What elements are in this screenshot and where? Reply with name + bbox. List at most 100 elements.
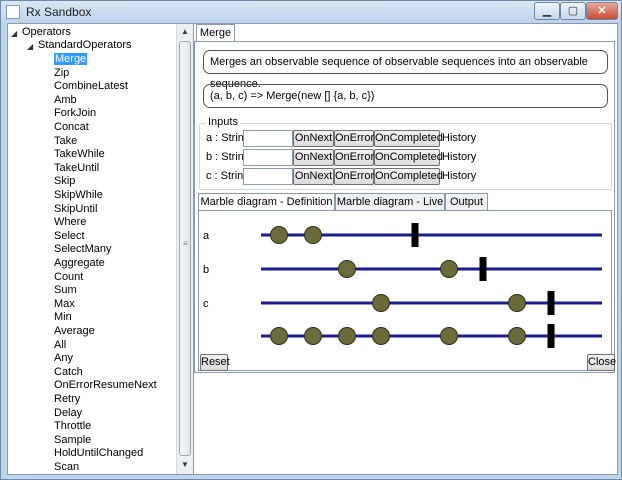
tree-item[interactable]: Max: [54, 298, 75, 311]
marble[interactable]: [338, 260, 356, 278]
tree-item[interactable]: CombineLatest: [54, 80, 128, 93]
tree-item-label: Aggregate: [54, 257, 105, 269]
minimize-button[interactable]: ▁: [534, 2, 560, 20]
marble[interactable]: [440, 260, 458, 278]
inputs-legend: Inputs: [206, 116, 240, 128]
on-error-c-button[interactable]: OnError: [334, 168, 374, 185]
tree-item-label: ForkJoin: [54, 107, 97, 120]
tree-item[interactable]: TakeWhile: [54, 148, 105, 161]
tree-item[interactable]: Catch: [54, 366, 83, 379]
expand-icon[interactable]: ◢: [27, 42, 33, 51]
expand-icon[interactable]: ◢: [11, 29, 17, 38]
tab-merge[interactable]: Merge: [196, 24, 235, 41]
tree-item[interactable]: Throttle: [54, 420, 91, 433]
scroll-down-icon[interactable]: ▼: [177, 457, 193, 473]
tree-item[interactable]: Retry: [54, 393, 80, 406]
tree-item-label: Amb: [54, 93, 77, 106]
tree-item[interactable]: Concat: [54, 121, 89, 134]
on-completed-b-button[interactable]: OnCompleted: [374, 149, 443, 166]
tree-item[interactable]: SkipUntil: [54, 203, 97, 216]
tree-item[interactable]: Sample: [54, 434, 91, 447]
marble[interactable]: [372, 294, 390, 312]
close-window-button[interactable]: ✕: [586, 2, 618, 20]
on-completed-c-button[interactable]: OnCompleted: [374, 168, 443, 185]
marble[interactable]: [270, 226, 288, 244]
close-button[interactable]: Close: [587, 354, 616, 371]
tree-item[interactable]: HoldUntilChanged: [54, 447, 143, 460]
app-icon: [6, 5, 20, 19]
tree-item[interactable]: Count: [54, 271, 83, 284]
tree-item[interactable]: OnErrorResumeNext: [54, 379, 157, 392]
on-next-a-button[interactable]: OnNext: [293, 130, 334, 147]
tree-item[interactable]: Where: [54, 216, 86, 229]
reset-button[interactable]: Reset: [200, 354, 230, 371]
scroll-thumb[interactable]: ≡: [179, 41, 191, 456]
tree-item-label: OnErrorResumeNext: [54, 379, 157, 392]
marble[interactable]: [338, 327, 356, 345]
marble[interactable]: [508, 294, 526, 312]
marble[interactable]: [372, 327, 390, 345]
tree-item-label: Take: [54, 134, 78, 147]
history-b-link[interactable]: History: [442, 151, 476, 163]
tree-item[interactable]: Any: [54, 352, 73, 365]
operator-code: (a, b, c) => Merge(new [] {a, b, c}): [203, 84, 608, 108]
marble[interactable]: [508, 327, 526, 345]
input-c-field[interactable]: [243, 168, 293, 185]
tree-item[interactable]: Delay: [54, 407, 82, 420]
history-a-link[interactable]: History: [442, 132, 476, 144]
tree-item-label: Catch: [54, 365, 83, 378]
tree-item[interactable]: Aggregate: [54, 257, 105, 270]
tree-item[interactable]: Scan: [54, 461, 79, 474]
on-completed-a-button[interactable]: OnCompleted: [374, 130, 443, 147]
tree-root[interactable]: Operators: [22, 26, 71, 39]
marble[interactable]: [304, 327, 322, 345]
tab-marble-definition[interactable]: Marble diagram - Definition: [198, 193, 335, 211]
completion-marker[interactable]: [547, 291, 555, 315]
completion-marker[interactable]: [479, 257, 487, 281]
diagram-tabs: Marble diagram - Definition Marble diagr…: [198, 193, 616, 371]
on-error-a-button[interactable]: OnError: [334, 130, 374, 147]
tree-item[interactable]: All: [54, 339, 66, 352]
on-error-b-button[interactable]: OnError: [334, 149, 374, 166]
marble-diagram: a b c: [203, 223, 602, 348]
tree-item-label: Concat: [54, 121, 89, 133]
tree-item[interactable]: Min: [54, 311, 72, 324]
on-next-c-button[interactable]: OnNext: [293, 168, 334, 185]
tree-item[interactable]: SkipWhile: [54, 189, 103, 202]
tree-item[interactable]: Zip: [54, 67, 69, 80]
tree-item-label: Select: [54, 229, 85, 242]
completion-marker[interactable]: [411, 223, 419, 247]
app-window: Rx Sandbox ▁ ▢ ✕ ◢ Operators ◢ StandardO…: [0, 0, 622, 480]
tree-item[interactable]: SelectMany: [54, 243, 111, 256]
completion-marker[interactable]: [547, 324, 555, 348]
history-c-link[interactable]: History: [442, 170, 476, 182]
tree-item-label: SelectMany: [54, 243, 112, 256]
marble[interactable]: [440, 327, 458, 345]
tree-item[interactable]: Select: [54, 230, 85, 243]
tree-item[interactable]: TakeUntil: [54, 162, 99, 175]
tree-item-label: Sum: [54, 284, 77, 297]
tree-item[interactable]: Average: [54, 325, 95, 338]
tree-item-label: Sample: [54, 433, 92, 446]
tab-marble-live[interactable]: Marble diagram - Live: [335, 193, 445, 210]
input-b-field[interactable]: [243, 149, 293, 166]
tree-item[interactable]: Take: [54, 135, 77, 148]
tree-item[interactable]: Amb: [54, 94, 77, 107]
marble[interactable]: [304, 226, 322, 244]
tree-group[interactable]: StandardOperators: [38, 39, 132, 52]
tree-item[interactable]: ForkJoin: [54, 107, 96, 120]
on-next-b-button[interactable]: OnNext: [293, 149, 334, 166]
tree-scrollbar[interactable]: ▲ ≡ ▼: [176, 24, 193, 474]
input-a-field[interactable]: [243, 130, 293, 147]
scroll-up-icon[interactable]: ▲: [177, 24, 193, 40]
tree-item[interactable]: Skip: [54, 175, 75, 188]
grip-icon: ≡: [183, 239, 188, 248]
tab-output[interactable]: Output: [445, 193, 488, 210]
client-area: ◢ Operators ◢ StandardOperators Merge Zip…: [7, 23, 618, 475]
marble[interactable]: [270, 327, 288, 345]
maximize-button[interactable]: ▢: [560, 2, 586, 20]
tree-item[interactable]: Sum: [54, 284, 77, 297]
window-title: Rx Sandbox: [26, 5, 92, 19]
operators-tree[interactable]: ◢ Operators ◢ StandardOperators Merge Zip…: [8, 24, 194, 474]
tree-item[interactable]: Merge: [54, 53, 88, 66]
